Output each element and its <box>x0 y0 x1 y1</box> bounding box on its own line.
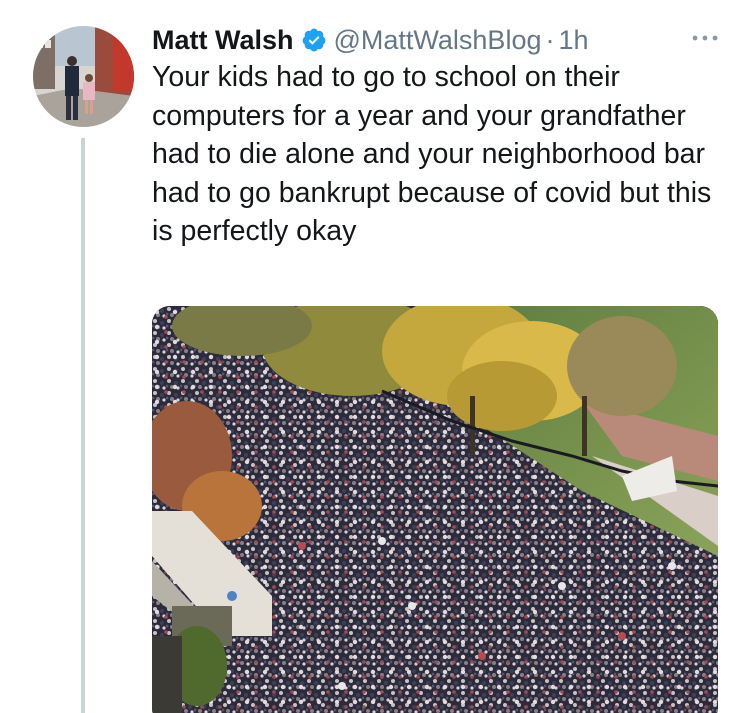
avatar-photo <box>33 26 134 127</box>
thread-line <box>81 138 85 713</box>
tweet[interactable]: Matt Walsh @MattWalshBlog · 1h Your kids… <box>0 0 750 713</box>
verified-badge-icon <box>301 27 327 53</box>
tweet-timestamp[interactable]: 1h <box>558 25 588 56</box>
tweet-text: Your kids had to go to school on their c… <box>152 61 712 248</box>
separator-dot: · <box>545 24 555 55</box>
author-handle[interactable]: @MattWalshBlog <box>334 25 542 56</box>
more-options-icon[interactable] <box>690 26 720 50</box>
crowd-photo <box>152 306 718 713</box>
author-name[interactable]: Matt Walsh <box>152 25 294 56</box>
tweet-media-image[interactable] <box>152 306 718 713</box>
tweet-header: Matt Walsh @MattWalshBlog · 1h <box>152 20 589 60</box>
avatar[interactable] <box>33 26 134 127</box>
